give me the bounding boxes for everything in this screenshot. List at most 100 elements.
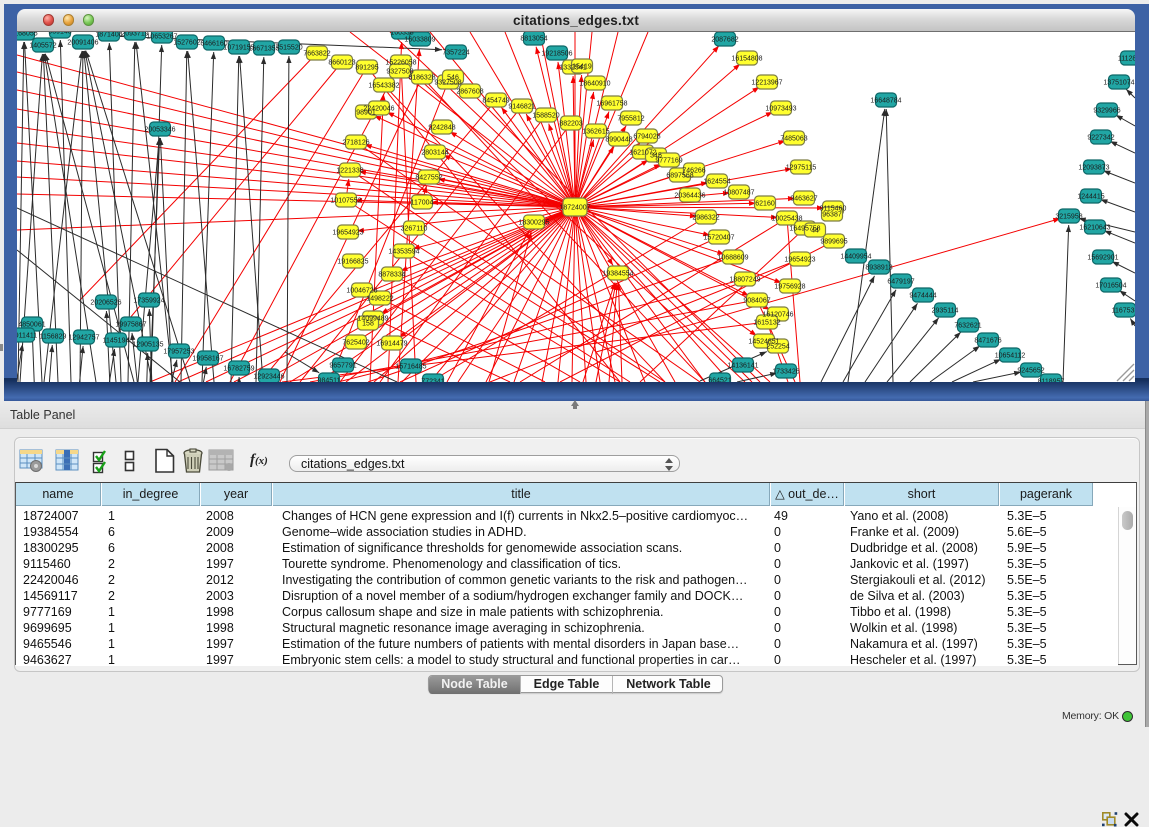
svg-text:546: 546 — [447, 74, 459, 81]
svg-text:19654923: 19654923 — [332, 229, 363, 236]
svg-text:10046726: 10046726 — [346, 287, 377, 294]
svg-text:2093719: 2093719 — [121, 32, 148, 37]
svg-text:7955812: 7955812 — [617, 115, 644, 122]
svg-text:2803144: 2803144 — [421, 149, 448, 156]
svg-text:10688609: 10688609 — [717, 254, 748, 261]
svg-text:10025438: 10025438 — [771, 215, 802, 222]
svg-text:15720407: 15720407 — [703, 234, 734, 241]
svg-text:1588520: 1588520 — [532, 112, 559, 119]
svg-text:6794028: 6794028 — [633, 133, 660, 140]
svg-text:746266: 746266 — [682, 167, 705, 174]
svg-text:2087682: 2087682 — [711, 36, 738, 43]
svg-text:9242848: 9242848 — [428, 124, 455, 131]
svg-text:15419: 15419 — [572, 63, 592, 70]
svg-text:891295: 891295 — [355, 64, 378, 71]
svg-text:15716485: 15716485 — [395, 363, 426, 370]
svg-text:15692901: 15692901 — [1087, 254, 1118, 261]
svg-text:16914479: 16914479 — [376, 340, 407, 347]
svg-text:19958167: 19958167 — [192, 355, 223, 362]
svg-text:3215958: 3215958 — [1055, 213, 1082, 220]
svg-text:1221338: 1221338 — [336, 167, 363, 174]
svg-text:2718126: 2718126 — [342, 139, 369, 146]
svg-text:13751074: 13751074 — [1103, 79, 1134, 86]
svg-text:1362615: 1362615 — [582, 128, 609, 135]
svg-text:9146821: 9146821 — [508, 103, 535, 110]
svg-text:19756928: 19756928 — [774, 283, 805, 290]
svg-text:96387: 96387 — [822, 211, 842, 218]
svg-text:8660123: 8660123 — [328, 59, 355, 66]
svg-text:12923446: 12923446 — [253, 373, 284, 380]
svg-text:8427552: 8427552 — [415, 174, 442, 181]
svg-text:772341: 772341 — [421, 378, 444, 382]
svg-text:9463627: 9463627 — [790, 195, 817, 202]
svg-text:16033809: 16033809 — [404, 36, 435, 43]
svg-text:19384554: 19384554 — [602, 270, 633, 277]
svg-text:14353594: 14353594 — [388, 248, 419, 255]
svg-text:664521: 664521 — [708, 377, 731, 382]
svg-text:17016504: 17016504 — [1095, 282, 1126, 289]
svg-text:10654112: 10654112 — [995, 352, 1026, 359]
svg-text:4850061: 4850061 — [18, 321, 45, 328]
svg-text:20053346: 20053346 — [144, 126, 175, 133]
svg-text:158: 158 — [362, 320, 374, 327]
svg-text:6479197: 6479197 — [887, 278, 914, 285]
svg-text:17957253: 17957253 — [163, 348, 194, 355]
svg-text:1498222: 1498222 — [366, 295, 393, 302]
svg-text:8938913: 8938913 — [865, 264, 892, 271]
svg-text:2986322: 2986322 — [692, 214, 719, 221]
svg-text:1871404: 1871404 — [95, 32, 122, 38]
svg-text:117004: 117004 — [411, 199, 434, 206]
svg-text:984511: 984511 — [318, 377, 341, 382]
svg-text:8118957: 8118957 — [1038, 378, 1065, 382]
svg-text:9899695: 9899695 — [820, 238, 847, 245]
svg-text:1527602: 1527602 — [173, 39, 200, 46]
svg-text:1615132: 1615132 — [753, 319, 780, 326]
svg-text:18724007: 18724007 — [559, 204, 590, 211]
svg-text:19654923: 19654923 — [784, 256, 815, 263]
svg-text:16543382: 16543382 — [368, 82, 399, 89]
svg-text:8186328: 8186328 — [408, 74, 435, 81]
svg-text:12213967: 12213967 — [751, 79, 782, 86]
svg-text:939143: 939143 — [48, 32, 71, 35]
svg-text:19975867: 19975867 — [115, 321, 146, 328]
svg-text:7485063: 7485063 — [780, 135, 807, 142]
svg-text:20364436: 20364436 — [674, 192, 705, 199]
svg-text:16961758: 16961758 — [596, 100, 627, 107]
svg-text:12942757: 12942757 — [68, 334, 99, 341]
svg-text:12093873: 12093873 — [1078, 164, 1109, 171]
svg-text:9657791: 9657791 — [329, 362, 356, 369]
svg-text:9777169: 9777169 — [655, 157, 682, 164]
svg-text:16120746: 16120746 — [762, 311, 793, 318]
svg-text:252254: 252254 — [766, 343, 789, 350]
svg-text:9474444: 9474444 — [909, 292, 936, 299]
svg-text:7515520: 7515520 — [275, 44, 302, 51]
svg-text:3267110: 3267110 — [401, 225, 428, 232]
svg-text:7357224: 7357224 — [442, 49, 469, 56]
svg-text:1156829: 1156829 — [40, 333, 67, 340]
svg-text:1405572: 1405572 — [29, 42, 56, 49]
svg-text:9084067: 9084067 — [743, 297, 770, 304]
svg-text:8990448: 8990448 — [605, 136, 632, 143]
svg-text:16648784: 16648784 — [870, 97, 901, 104]
svg-text:20091406: 20091406 — [67, 39, 98, 46]
svg-text:1112846: 1112846 — [1118, 55, 1135, 62]
svg-text:15226058: 15226058 — [385, 59, 416, 66]
svg-text:2935114: 2935114 — [932, 307, 959, 314]
svg-text:7632621: 7632621 — [954, 322, 981, 329]
svg-text:1244415: 1244415 — [1077, 193, 1104, 200]
svg-text:9329966: 9329966 — [1093, 107, 1120, 114]
svg-text:16782759: 16782759 — [223, 365, 254, 372]
svg-text:12975115: 12975115 — [786, 164, 817, 171]
svg-text:1733426: 1733426 — [772, 368, 799, 375]
svg-text:8454749: 8454749 — [482, 97, 509, 104]
svg-text:7625402: 7625402 — [342, 339, 369, 346]
svg-text:9227342: 9227342 — [1087, 134, 1114, 141]
svg-text:8471676: 8471676 — [974, 337, 1001, 344]
svg-text:9245652: 9245652 — [1017, 367, 1044, 374]
svg-text:19166825: 19166825 — [337, 258, 368, 265]
svg-text:1624554: 1624554 — [703, 178, 730, 185]
svg-text:17359924: 17359924 — [133, 297, 164, 304]
svg-text:3911411: 3911411 — [17, 332, 37, 339]
svg-text:16154808: 16154808 — [731, 55, 762, 62]
svg-text:2168055: 2168055 — [17, 32, 38, 37]
